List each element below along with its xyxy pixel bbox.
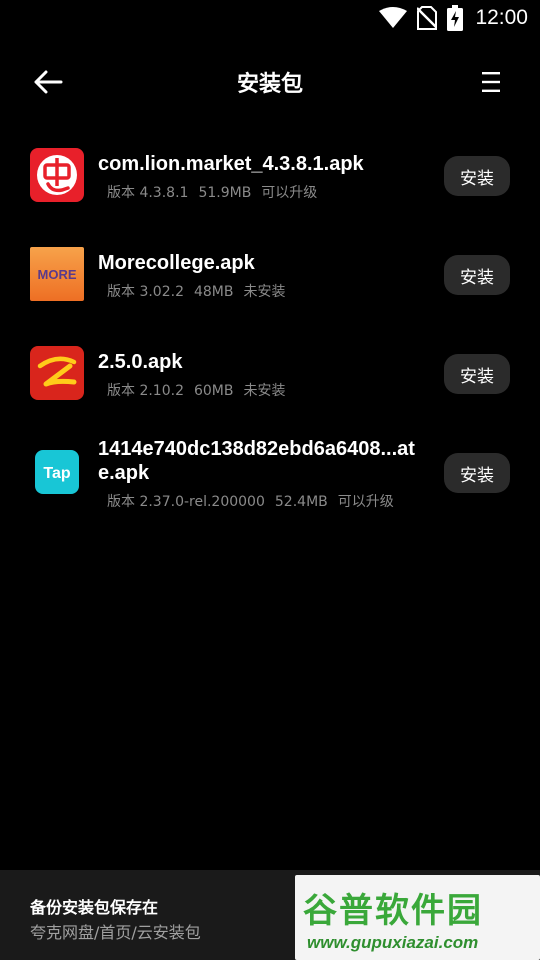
- package-status: 未安装: [243, 284, 286, 300]
- title-bar: 安装包: [0, 52, 540, 112]
- morecollege-logo-text: MORE: [38, 267, 77, 282]
- status-icons: 12:00: [379, 5, 528, 31]
- package-meta: 版本 3.02.2 48MB 未安装: [107, 281, 295, 301]
- package-size: 60MB: [193, 383, 234, 399]
- package-size: 52.4MB: [274, 494, 328, 510]
- backup-footer[interactable]: 备份安装包保存在 夸克网盘/首页/云安装包 谷普软件园 www.gupuxiaz…: [0, 870, 540, 960]
- package-meta: 版本 2.37.0-rel.200000 52.4MB 可以升级: [107, 491, 404, 511]
- page-title: 安装包: [236, 72, 303, 97]
- menu-icon: [482, 72, 500, 92]
- wifi-icon: [379, 7, 408, 28]
- install-button[interactable]: 安装: [444, 156, 510, 196]
- battery-charging-icon: [447, 5, 464, 31]
- package-size: 51.9MB: [198, 185, 252, 201]
- status-bar: 12:00: [0, 0, 540, 36]
- package-version: 版本 2.10.2: [107, 383, 184, 399]
- red-app-icon: [30, 346, 84, 400]
- package-name: Morecollege.apk: [98, 252, 255, 274]
- package-name: 2.5.0.apk: [98, 351, 183, 373]
- package-status: 可以升级: [337, 494, 394, 510]
- package-version: 版本 4.3.8.1: [107, 185, 189, 201]
- package-version: 版本 3.02.2: [107, 284, 184, 300]
- install-button[interactable]: 安装: [444, 354, 510, 394]
- package-status: 未安装: [243, 383, 286, 399]
- watermark-url: www.gupuxiazai.com: [307, 933, 479, 952]
- status-time: 12:00: [475, 6, 528, 29]
- taptap-logo-text: Tap: [43, 465, 70, 482]
- menu-button[interactable]: [476, 66, 506, 98]
- package-status: 可以升级: [261, 185, 318, 201]
- watermark-logo: 谷普软件园 www.gupuxiazai.com: [295, 875, 540, 960]
- package-size: 48MB: [193, 284, 234, 300]
- morecollege-icon: MORE: [30, 247, 84, 301]
- lion-market-icon: [30, 148, 84, 202]
- no-sim-icon: [417, 6, 438, 30]
- package-meta: 版本 2.10.2 60MB 未安装: [107, 380, 295, 400]
- install-button[interactable]: 安装: [444, 453, 510, 493]
- backup-path: 夸克网盘/首页/云安装包: [30, 923, 201, 942]
- install-button[interactable]: 安装: [444, 255, 510, 295]
- package-version: 版本 2.37.0-rel.200000: [107, 494, 265, 510]
- backup-title: 备份安装包保存在: [30, 898, 159, 917]
- package-name: com.lion.market_4.3.8.1.apk: [98, 153, 364, 175]
- package-meta: 版本 4.3.8.1 51.9MB 可以升级: [107, 182, 327, 202]
- taptap-icon: Tap: [30, 445, 84, 499]
- watermark-text: 谷普软件园: [303, 891, 483, 931]
- package-name: 1414e740dc138d82ebd6a6408...ate.apk: [98, 438, 415, 484]
